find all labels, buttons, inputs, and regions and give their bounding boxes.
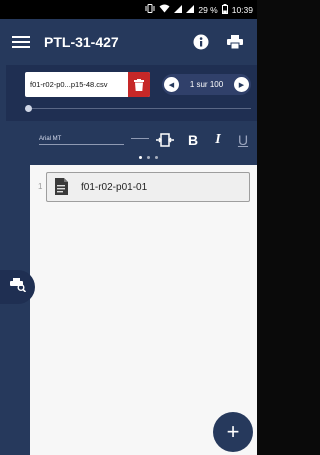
format-toolbar: Arial MT B I U	[6, 121, 257, 165]
side-strip	[6, 165, 30, 455]
add-button[interactable]: +	[213, 412, 253, 452]
bold-button[interactable]: B	[183, 130, 203, 150]
page-title: PTL-31-427	[44, 34, 119, 50]
clock: 10:39	[231, 4, 253, 15]
page-dot	[139, 156, 142, 159]
chevron-left-icon[interactable]: ◀	[164, 77, 179, 92]
page-dot	[155, 156, 158, 159]
battery-percent: 29 %	[198, 4, 218, 15]
wifi-icon	[159, 4, 170, 15]
signal-icon	[186, 4, 195, 15]
page-dot	[147, 156, 150, 159]
app-bar: PTL-31-427	[6, 19, 257, 65]
trash-icon[interactable]	[128, 72, 150, 97]
battery-icon	[221, 3, 228, 16]
file-selector[interactable]: f01-r02-p0...p15-48.csv	[25, 72, 150, 97]
slider-thumb[interactable]	[25, 105, 32, 112]
hamburger-menu-icon[interactable]	[12, 36, 30, 48]
vibrate-icon	[145, 4, 155, 15]
print-search-icon	[9, 277, 26, 297]
italic-button[interactable]: I	[208, 130, 228, 150]
print-icon[interactable]	[223, 30, 247, 54]
font-size-field[interactable]	[131, 136, 149, 139]
list-item-label: f01-r02-p01-01	[81, 181, 148, 193]
underline-button[interactable]: U	[233, 130, 253, 150]
info-icon[interactable]	[189, 30, 213, 54]
page-slider[interactable]	[25, 105, 251, 112]
font-family-field[interactable]: Arial MT	[39, 136, 124, 145]
page-indicator: 1 sur 100	[189, 80, 224, 89]
status-bar: 29 % 10:39	[0, 0, 257, 19]
align-icon[interactable]	[155, 130, 175, 150]
file-name: f01-r02-p0...p15-48.csv	[30, 80, 108, 89]
chevron-right-icon[interactable]: ▶	[233, 77, 249, 92]
page-navigator: ◀ 1 sur 100 ▶	[162, 74, 251, 95]
row-index: 1	[38, 182, 43, 191]
file-bar: f01-r02-p0...p15-48.csv ◀ 1 sur 100 ▶	[6, 65, 257, 121]
page-dots	[139, 156, 158, 159]
document-icon	[53, 178, 69, 196]
content-area	[30, 165, 257, 455]
print-search-button[interactable]	[0, 270, 35, 304]
app-screen: 29 % 10:39 PTL-31-427 f01-r02-p0...p15-4…	[0, 0, 257, 455]
signal-icon	[174, 4, 183, 15]
list-item[interactable]: f01-r02-p01-01	[46, 172, 250, 202]
